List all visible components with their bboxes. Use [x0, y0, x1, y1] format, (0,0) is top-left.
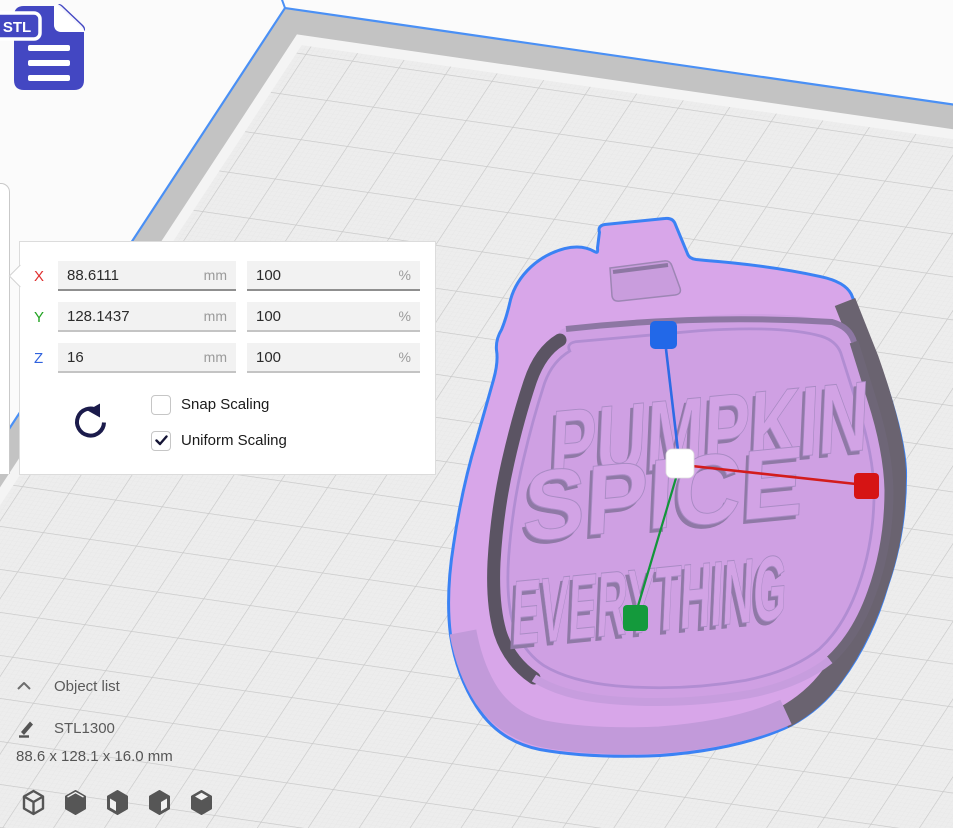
- snap-scaling-checkbox[interactable]: [151, 395, 171, 415]
- snap-scaling-row: Snap Scaling: [151, 394, 420, 415]
- y-mm-value: 128.1437: [67, 308, 130, 325]
- left-toolbar-edge: [0, 183, 10, 474]
- z-percent-input[interactable]: 100 %: [247, 343, 420, 373]
- scale-tool-panel: X 88.6111 mm 100 % Y 128.1437 mm 100 % Z: [20, 242, 435, 474]
- doc-line-3: [28, 75, 70, 81]
- stl-file-icon[interactable]: STL: [0, 0, 92, 96]
- object-list-title: Object list: [54, 678, 120, 695]
- top-view-cube-icon: [104, 788, 131, 817]
- scale-row-y: Y 128.1437 mm 100 %: [34, 302, 420, 332]
- right-side-view-cube-icon: [188, 788, 215, 817]
- 3d-view-cube-icon: [20, 788, 47, 817]
- uniform-scaling-label: Uniform Scaling: [181, 432, 287, 449]
- object-list-header[interactable]: Object list: [16, 676, 120, 696]
- folded-corner: [54, 4, 84, 32]
- model-dimensions-readout: 88.6 x 128.1 x 16.0 mm: [16, 748, 173, 765]
- checkmark-icon: [155, 435, 168, 446]
- y-mm-input[interactable]: 128.1437 mm: [58, 302, 236, 332]
- snap-scaling-label: Snap Scaling: [181, 396, 269, 413]
- view-right-side-button[interactable]: [188, 788, 215, 817]
- camera-view-buttons: [20, 788, 215, 817]
- left-side-view-cube-icon: [146, 788, 173, 817]
- center-scale-handle[interactable]: [666, 449, 694, 478]
- pencil-icon: [16, 718, 38, 738]
- x-scale-handle[interactable]: [854, 473, 879, 499]
- z-axis-label: Z: [34, 350, 58, 367]
- view-top-button[interactable]: [104, 788, 131, 817]
- stl-badge-label: STL: [3, 19, 31, 36]
- z-mm-value: 16: [67, 349, 84, 366]
- front-view-cube-icon: [62, 788, 89, 817]
- view-front-button[interactable]: [62, 788, 89, 817]
- plate-corner-tick: [281, 0, 285, 8]
- z-mm-unit: mm: [204, 349, 227, 365]
- object-list: Object list STL1300: [16, 676, 120, 738]
- object-list-item[interactable]: STL1300: [16, 718, 120, 738]
- y-percent-value: 100: [256, 308, 281, 325]
- uniform-scaling-row: Uniform Scaling: [151, 430, 420, 451]
- x-mm-unit: mm: [204, 267, 227, 283]
- reset-arrow-icon: [68, 400, 110, 444]
- scale-row-x: X 88.6111 mm 100 %: [34, 261, 420, 291]
- uniform-scaling-checkbox[interactable]: [151, 431, 171, 451]
- model-stl1300[interactable]: PUMPKIN PUMPKIN SPICE SPICE EVERYTHING E…: [450, 220, 904, 755]
- x-axis-label: X: [34, 268, 58, 285]
- y-percent-input[interactable]: 100 %: [247, 302, 420, 332]
- reset-scale-button[interactable]: [68, 400, 110, 444]
- doc-line-1: [28, 45, 70, 51]
- y-percent-unit: %: [399, 308, 411, 324]
- x-percent-unit: %: [399, 267, 411, 283]
- x-percent-input[interactable]: 100 %: [247, 261, 420, 291]
- z-mm-input[interactable]: 16 mm: [58, 343, 236, 373]
- scale-row-z: Z 16 mm 100 %: [34, 343, 420, 373]
- z-percent-value: 100: [256, 349, 281, 366]
- x-mm-value: 88.6111: [67, 267, 119, 284]
- x-percent-value: 100: [256, 267, 281, 284]
- slicer-window: PUMPKIN PUMPKIN SPICE SPICE EVERYTHING E…: [0, 0, 953, 828]
- z-percent-unit: %: [399, 349, 411, 365]
- view-3d-button[interactable]: [20, 788, 47, 817]
- z-scale-handle[interactable]: [650, 321, 677, 349]
- y-scale-handle[interactable]: [623, 605, 648, 631]
- y-mm-unit: mm: [204, 308, 227, 324]
- doc-line-2: [28, 60, 70, 66]
- chevron-up-icon: [16, 681, 38, 691]
- y-axis-label: Y: [34, 309, 58, 326]
- object-item-name: STL1300: [54, 720, 115, 737]
- x-mm-input[interactable]: 88.6111 mm: [58, 261, 236, 291]
- view-left-side-button[interactable]: [146, 788, 173, 817]
